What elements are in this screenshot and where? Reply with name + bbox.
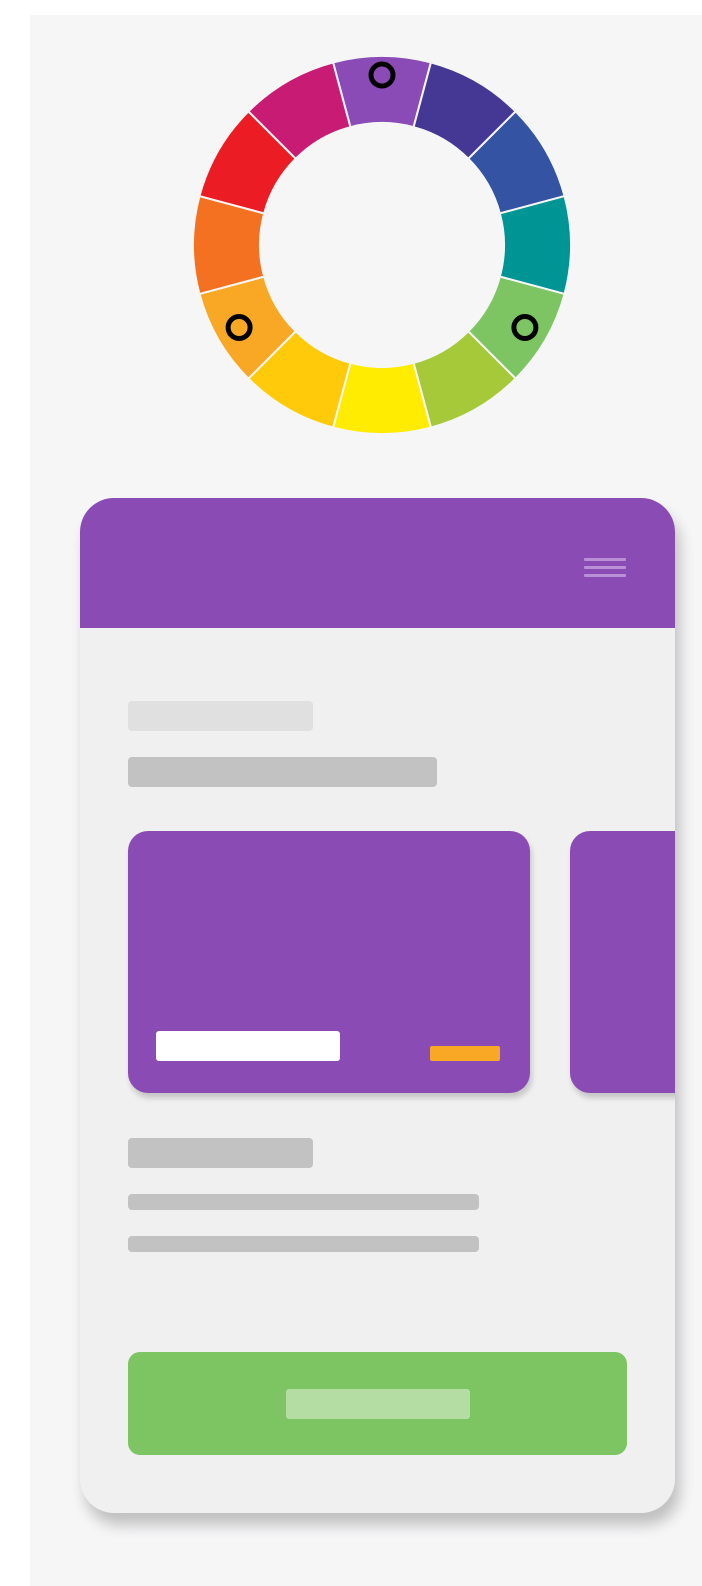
card-accent-tag — [430, 1046, 500, 1061]
placeholder-section-title — [128, 1138, 313, 1168]
hamburger-line — [584, 574, 626, 577]
hamburger-line — [584, 558, 626, 561]
featured-card[interactable] — [128, 831, 530, 1093]
hamburger-icon[interactable] — [584, 556, 628, 586]
placeholder-heading — [128, 757, 437, 787]
button-label-placeholder — [286, 1389, 470, 1419]
placeholder-text-line — [128, 1236, 479, 1252]
hamburger-line — [584, 566, 626, 569]
placeholder-subtitle — [128, 701, 313, 731]
color-wheel-segments — [192, 55, 572, 435]
placeholder-text-line — [128, 1194, 479, 1210]
card-title-placeholder — [156, 1031, 340, 1061]
app-mockup — [80, 498, 675, 1513]
canvas — [30, 15, 702, 1586]
primary-action-button[interactable] — [128, 1352, 627, 1455]
next-card[interactable] — [570, 831, 675, 1093]
app-header — [80, 498, 675, 628]
color-wheel — [192, 55, 572, 435]
